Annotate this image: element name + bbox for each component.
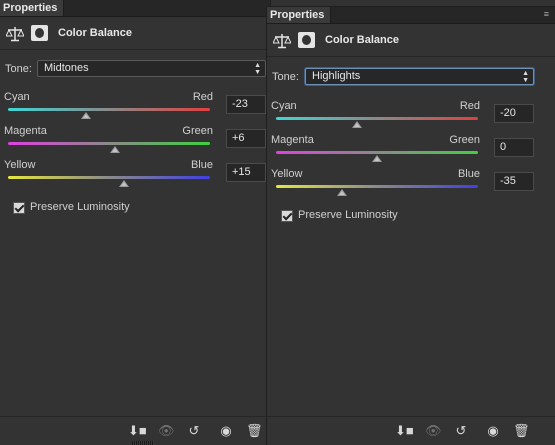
- dropdown-arrows-icon: ▲ ▼: [254, 62, 261, 76]
- properties-tab[interactable]: Properties: [0, 0, 65, 16]
- layer-mask-icon[interactable]: [298, 32, 315, 48]
- tone-dropdown[interactable]: Highlights ▲ ▼: [305, 68, 534, 85]
- slider-track: [276, 185, 478, 188]
- clip-to-layer-icon[interactable]: ⬇■: [395, 423, 414, 439]
- color-balance-icon: [273, 34, 291, 49]
- delete-icon[interactable]: 🗑: [246, 423, 263, 439]
- dropdown-arrows-icon: ▲ ▼: [522, 70, 529, 84]
- panel-footer: ⬇■ 👁 ↺ ◉ 🗑: [0, 416, 270, 445]
- preserve-luminosity-checkbox[interactable]: [13, 202, 25, 214]
- adjustment-header: Color Balance: [267, 24, 555, 57]
- yellow-blue-slider[interactable]: [8, 174, 210, 188]
- yellow-blue-value-field[interactable]: +15: [226, 163, 266, 182]
- preserve-luminosity-label: Preserve Luminosity: [298, 209, 398, 221]
- slider-thumb[interactable]: [372, 155, 382, 162]
- adjustment-title: Color Balance: [325, 34, 399, 46]
- slider-thumb[interactable]: [119, 180, 130, 187]
- clip-to-layer-icon[interactable]: ⬇■: [128, 423, 147, 439]
- yellow-blue-value-field[interactable]: -35: [494, 172, 534, 191]
- slider-right-label: Blue: [457, 168, 480, 180]
- slider-thumb[interactable]: [110, 146, 121, 153]
- panel-titlebar: Properties ≡: [267, 7, 555, 24]
- preserve-luminosity-label: Preserve Luminosity: [30, 201, 130, 213]
- slider-thumb[interactable]: [351, 121, 362, 128]
- slider-track: [276, 151, 478, 154]
- tone-label: Tone:: [272, 71, 299, 83]
- panel-footer: ⬇■ 👁 ↺ ◉ 🗑: [267, 416, 555, 445]
- cyan-red-slider[interactable]: [8, 106, 210, 120]
- slider-left-label: Magenta: [271, 134, 314, 146]
- properties-panel-left: Properties Color Balance Tone: Midtones …: [0, 0, 271, 445]
- delete-icon[interactable]: 🗑: [513, 423, 530, 439]
- slider-thumb[interactable]: [80, 112, 91, 119]
- properties-panel-right: Properties ≡ Color Balance Tone: Highlig…: [266, 6, 555, 445]
- tone-label: Tone:: [5, 63, 32, 75]
- slider-thumb[interactable]: [336, 189, 347, 196]
- slider-track: [276, 117, 478, 120]
- cyan-red-value-field[interactable]: -23: [226, 95, 266, 114]
- slider-right-label: Blue: [190, 159, 213, 171]
- cyan-red-slider[interactable]: [276, 115, 478, 129]
- slider-right-label: Green: [182, 125, 213, 137]
- reset-icon[interactable]: ↺: [453, 423, 469, 439]
- visibility-eye-icon[interactable]: ◉: [485, 423, 501, 439]
- view-previous-state-icon[interactable]: 👁: [425, 423, 442, 439]
- visibility-eye-icon[interactable]: ◉: [218, 423, 234, 439]
- reset-icon[interactable]: ↺: [186, 423, 202, 439]
- panel-menu-icon[interactable]: ≡: [544, 7, 549, 23]
- tone-dropdown[interactable]: Midtones ▲ ▼: [37, 60, 266, 77]
- slider-track: [8, 142, 210, 145]
- magenta-green-value-field[interactable]: 0: [494, 138, 534, 157]
- view-previous-state-icon[interactable]: 👁: [158, 423, 175, 439]
- tone-value: Midtones: [44, 62, 89, 74]
- slider-track: [8, 176, 210, 179]
- color-balance-icon: [6, 27, 24, 42]
- tone-value: Highlights: [312, 70, 361, 82]
- yellow-blue-slider[interactable]: [276, 183, 478, 197]
- slider-left-label: Magenta: [4, 125, 47, 137]
- layer-mask-icon[interactable]: [31, 25, 48, 41]
- properties-tab[interactable]: Properties: [267, 7, 332, 23]
- magenta-green-value-field[interactable]: +6: [226, 129, 266, 148]
- slider-left-label: Yellow: [271, 168, 303, 180]
- slider-right-label: Red: [192, 91, 213, 103]
- adjustment-title: Color Balance: [58, 27, 132, 39]
- magenta-green-slider[interactable]: [276, 149, 478, 163]
- cyan-red-value-field[interactable]: -20: [494, 104, 534, 123]
- slider-right-label: Green: [449, 134, 480, 146]
- magenta-green-slider[interactable]: [8, 140, 210, 154]
- slider-left-label: Cyan: [271, 100, 297, 112]
- slider-right-label: Red: [459, 100, 480, 112]
- slider-left-label: Cyan: [4, 91, 30, 103]
- slider-track: [8, 108, 210, 111]
- panel-titlebar: Properties: [0, 0, 270, 17]
- adjustment-header: Color Balance: [0, 17, 270, 50]
- slider-left-label: Yellow: [4, 159, 36, 171]
- resize-grip[interactable]: [132, 441, 154, 445]
- preserve-luminosity-checkbox[interactable]: [281, 210, 293, 222]
